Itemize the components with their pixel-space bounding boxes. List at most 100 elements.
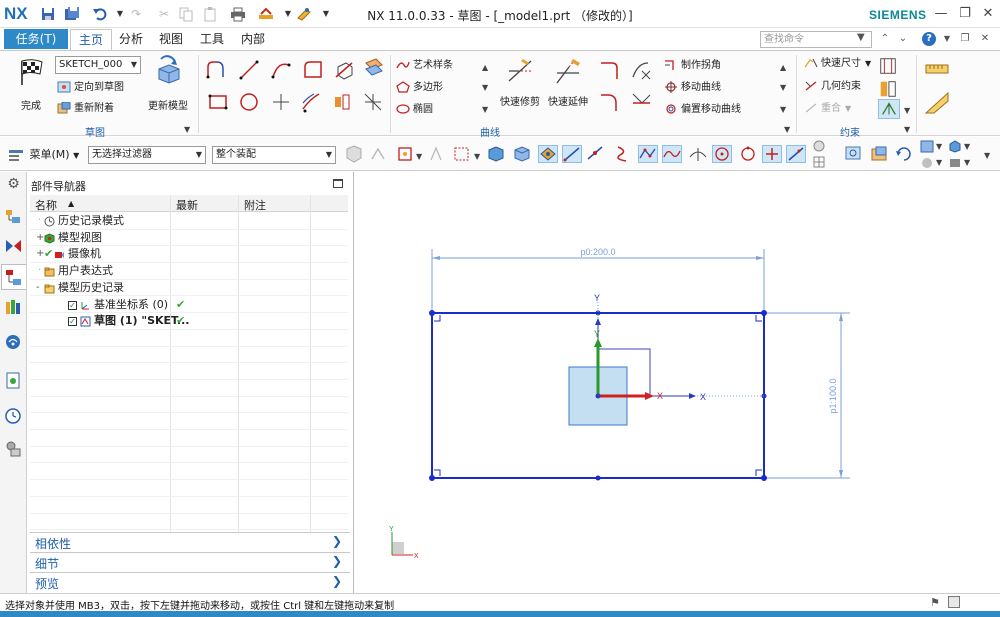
cut-icon[interactable]: ✂ xyxy=(156,6,172,22)
constraint-group-more-icon[interactable]: ▼ xyxy=(904,125,910,134)
snap-quadrant-point-icon[interactable] xyxy=(738,145,758,163)
vertical-dimension[interactable]: p1:100.0 xyxy=(766,312,850,479)
multi-select-icon[interactable] xyxy=(426,145,446,163)
tab-tools[interactable]: 工具 xyxy=(195,29,229,50)
polygon-button[interactable]: 多边形 xyxy=(396,80,443,96)
paste-icon[interactable] xyxy=(202,6,218,22)
quick-extend-button[interactable]: 快速延伸 xyxy=(545,57,591,108)
tree-row[interactable]: ✓ 基准坐标系 (0) ✔ xyxy=(30,297,348,314)
arc-icon[interactable] xyxy=(270,59,292,81)
quick-dimension-button[interactable]: 快速尺寸 ▼ xyxy=(804,56,871,72)
touch-mode-dropdown-icon[interactable]: ▼ xyxy=(318,6,334,22)
constraint-navigator-icon[interactable] xyxy=(5,238,22,255)
delete-curve-icon[interactable] xyxy=(630,59,652,81)
panel-dependencies[interactable]: 相依性 ❯ xyxy=(30,532,350,551)
visibility-checkbox[interactable]: ✓ xyxy=(68,300,77,310)
snap-point-icon[interactable] xyxy=(396,145,416,163)
tree-row[interactable]: · 历史记录模式 xyxy=(30,213,348,230)
redo-icon[interactable]: ↷ xyxy=(128,6,144,22)
menu-button[interactable]: 菜单(M) ▼ xyxy=(8,146,79,162)
tree-row[interactable]: + ✔ 摄像机 xyxy=(30,246,348,264)
system-materials-icon[interactable] xyxy=(5,440,22,457)
general-selection-icon[interactable] xyxy=(344,145,364,163)
column-notes[interactable]: 附注 xyxy=(244,197,266,213)
edit-more-up-icon[interactable]: ▲ xyxy=(780,63,786,72)
dimension-p0-label[interactable]: p0:200.0 xyxy=(580,247,615,257)
circle-icon[interactable] xyxy=(238,91,260,113)
tab-analysis[interactable]: 分析 xyxy=(114,29,148,50)
tree-row[interactable]: - 模型历史记录 xyxy=(30,280,348,297)
snap-existing-point-toggle[interactable] xyxy=(762,145,782,163)
ellipse-button[interactable]: 椭圆 xyxy=(396,102,433,118)
corner-icon[interactable] xyxy=(598,59,620,81)
quick-trim-button[interactable]: 快速修剪 xyxy=(498,57,542,108)
snap-intersection-icon[interactable] xyxy=(688,145,708,163)
save-all-icon[interactable] xyxy=(64,6,80,22)
sketch-group-more-icon[interactable]: ▼ xyxy=(184,125,190,134)
view-orient-icon[interactable] xyxy=(870,145,890,163)
snap-curve-icon[interactable] xyxy=(614,145,634,163)
settings-gear-icon[interactable]: ⚙ xyxy=(5,176,22,193)
point-icon[interactable] xyxy=(270,91,292,113)
curve-gallery-icon[interactable]: ▼ xyxy=(482,105,488,114)
sketch-canvas[interactable]: p0:200.0 p1:100.0 X Y X Y Y X xyxy=(355,172,1000,593)
column-latest[interactable]: 最新 xyxy=(176,197,198,213)
tree-row[interactable]: + 模型视图 xyxy=(30,230,348,247)
select-feature-icon[interactable] xyxy=(368,145,388,163)
studio-spline-button[interactable]: 艺术样条 xyxy=(396,58,453,74)
rectangle-select-icon[interactable] xyxy=(452,145,472,163)
background-dropdown-icon[interactable]: ▼ xyxy=(936,158,942,167)
corner2-icon[interactable] xyxy=(598,91,620,113)
camera-view-dropdown-icon[interactable]: ▼ xyxy=(964,158,970,167)
zoom-fit-icon[interactable] xyxy=(844,145,864,163)
doc-close-icon[interactable]: ✕ xyxy=(978,32,992,46)
visible-check-icon[interactable]: ✔ xyxy=(44,246,53,262)
update-model-button[interactable]: 更新模型 xyxy=(145,55,191,112)
flag-icon[interactable]: ⚑ xyxy=(930,596,940,609)
orient-to-sketch-button[interactable]: 定向到草图 xyxy=(57,80,124,96)
derived-line-icon[interactable] xyxy=(334,59,356,81)
panel-details[interactable]: 细节 ❯ xyxy=(30,552,350,571)
ruler-icon[interactable] xyxy=(924,57,950,81)
edit-more-down-icon[interactable]: ▼ xyxy=(780,83,786,92)
profile-icon[interactable] xyxy=(205,59,227,81)
pattern-curve-icon[interactable] xyxy=(332,91,354,113)
maximize-icon[interactable] xyxy=(333,179,343,188)
doc-restore-icon[interactable]: ❐ xyxy=(958,32,972,46)
graphics-window[interactable]: p0:200.0 p1:100.0 X Y X Y Y X xyxy=(355,172,1000,593)
window-tools-dropdown-icon[interactable]: ▼ xyxy=(280,6,296,22)
tab-home[interactable]: 主页 xyxy=(70,29,112,50)
line-icon[interactable] xyxy=(238,59,260,81)
snap-point-dropdown-icon[interactable]: ▼ xyxy=(416,152,422,161)
tree-row[interactable]: ✓ 草图 (1) "SKET... ✔ xyxy=(30,313,348,330)
tree-row[interactable]: · 用户表达式 xyxy=(30,263,348,280)
snap-settings-icon[interactable] xyxy=(812,139,826,153)
part-navigator-tab[interactable] xyxy=(1,264,26,290)
tab-task[interactable]: 任务(T) xyxy=(4,29,68,49)
assembly-scope-select[interactable]: 整个装配 ▼ xyxy=(212,146,336,164)
offset-move-curve-button[interactable]: 偏置移动曲线 xyxy=(664,102,741,118)
save-icon[interactable] xyxy=(40,6,56,22)
collapse-icon[interactable]: - xyxy=(36,280,40,296)
show-constraints-icon[interactable] xyxy=(878,79,898,99)
window-tools-icon[interactable] xyxy=(258,6,274,22)
snap-on-curve-toggle[interactable] xyxy=(662,145,682,163)
minimize-button[interactable]: — xyxy=(930,4,952,24)
render-style-icon[interactable] xyxy=(920,140,934,153)
expand-ribbon-icon[interactable]: ⌄ xyxy=(896,32,910,46)
work-layer-dropdown-icon[interactable]: ▼ xyxy=(964,142,970,151)
background-icon[interactable] xyxy=(920,156,934,169)
full-screen-icon[interactable] xyxy=(948,596,960,608)
rotate-view-icon[interactable] xyxy=(894,145,914,163)
dimension-p1-label[interactable]: p1:100.0 xyxy=(828,378,838,413)
selection-filter-select[interactable]: 无选择过滤器 ▼ xyxy=(88,146,206,164)
snap-point-on-curve-toggle[interactable] xyxy=(786,145,806,163)
visibility-checkbox[interactable]: ✓ xyxy=(68,317,77,327)
project-curve-icon[interactable] xyxy=(362,57,384,79)
select-face-icon[interactable] xyxy=(512,145,532,163)
curve-more-down-icon[interactable]: ▼ xyxy=(482,83,488,92)
geometric-constraints-button[interactable]: 几何约束 xyxy=(804,79,861,95)
reuse-library-icon[interactable] xyxy=(5,298,22,315)
print-icon[interactable] xyxy=(230,6,246,22)
history-palette-icon[interactable] xyxy=(5,372,22,389)
